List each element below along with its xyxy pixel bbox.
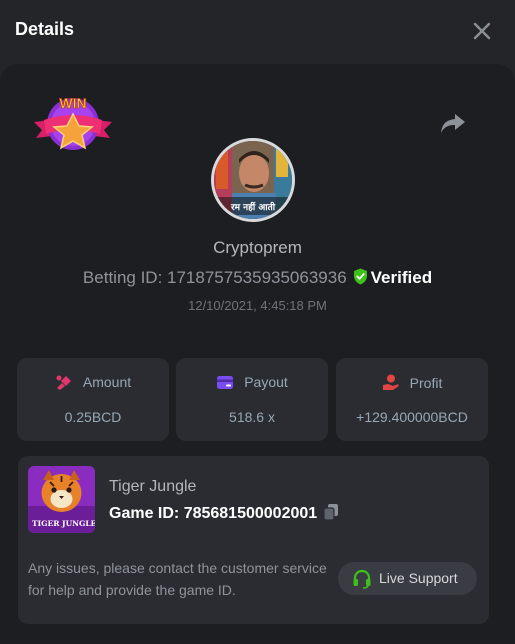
stat-value-amount: 0.25BCD	[64, 409, 122, 425]
copy-icon[interactable]	[323, 503, 339, 526]
betting-id-row: Betting ID: 1718757535935063936 Verified	[0, 268, 515, 290]
win-badge-text: WIN	[59, 95, 86, 111]
verified-shield-icon	[353, 268, 368, 290]
stat-label-profit: Profit	[409, 375, 443, 391]
close-icon[interactable]	[470, 19, 494, 43]
stat-card-payout: Payout 518.6 x	[176, 358, 328, 441]
verified-label: Verified	[370, 268, 433, 287]
win-badge-icon: WIN	[30, 92, 116, 154]
avatar: रम नहीं आती	[211, 138, 295, 222]
betting-id: Betting ID: 1718757535935063936	[82, 268, 347, 287]
game-id: Game ID: 785681500002001	[109, 505, 318, 522]
headset-icon	[353, 569, 371, 589]
username: Cryptoprem	[213, 238, 302, 257]
bet-timestamp: 12/10/2021, 4:45:18 PM	[188, 298, 327, 313]
coins-icon	[56, 375, 71, 390]
dialog-title: Details	[15, 19, 75, 39]
help-text: Any issues, please contact the customer …	[28, 560, 327, 598]
game-thumb-caption: TIGER JUNGLE	[32, 519, 95, 528]
live-support-button[interactable]: Live Support	[338, 562, 477, 595]
stat-card-amount: Amount 0.25BCD	[17, 358, 169, 441]
game-id-row: Game ID: 785681500002001	[109, 503, 339, 526]
dialog-header: Details	[0, 0, 515, 62]
avatar-caption: रम नहीं आती	[230, 201, 276, 213]
game-card: TIGER JUNGLE Tiger Jungle Game ID: 78568…	[18, 456, 489, 624]
share-icon[interactable]	[439, 110, 467, 136]
stat-label-payout: Payout	[244, 374, 288, 390]
live-support-label: Live Support	[379, 570, 458, 586]
stat-label-amount: Amount	[82, 374, 132, 390]
game-thumbnail[interactable]: TIGER JUNGLE	[28, 466, 95, 533]
stat-value-payout: 518.6 x	[229, 409, 275, 425]
payout-card-icon	[217, 376, 234, 389]
stat-value-profit: +129.400000BCD	[356, 409, 468, 425]
profit-hand-icon	[382, 374, 399, 390]
stat-card-profit: Profit +129.400000BCD	[336, 358, 488, 441]
game-name[interactable]: Tiger Jungle	[109, 478, 196, 496]
